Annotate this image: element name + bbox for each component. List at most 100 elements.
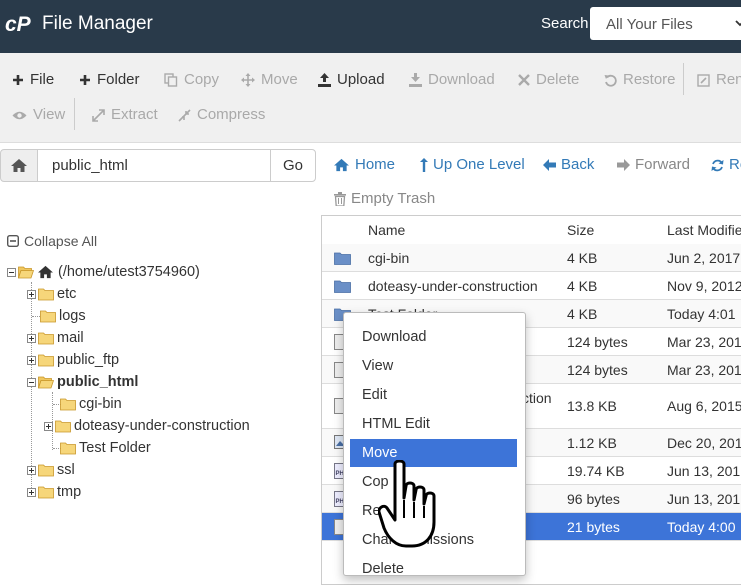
app-title: File Manager: [42, 13, 153, 34]
copy-button[interactable]: Copy: [164, 69, 219, 91]
expand-toggle[interactable]: [27, 487, 36, 497]
tree-item-test-folder[interactable]: Test Folder: [60, 438, 151, 458]
expand-toggle[interactable]: [27, 333, 36, 343]
expand-icon: [92, 108, 105, 122]
forward-label: Forward: [635, 156, 691, 173]
level-up-icon: [420, 158, 428, 172]
path-input[interactable]: [37, 149, 271, 182]
plus-icon: [13, 75, 23, 85]
move-icon: [241, 73, 255, 87]
context-menu-html-edit[interactable]: HTML Edit: [350, 410, 517, 438]
column-header-size[interactable]: Size: [567, 222, 594, 238]
tree-item-mail[interactable]: mail: [27, 328, 84, 348]
tree-item-ssl[interactable]: ssl: [27, 460, 75, 480]
home-link[interactable]: Home: [333, 155, 395, 175]
context-menu-edit[interactable]: Edit: [350, 381, 517, 409]
folder-icon: [38, 354, 54, 366]
folder-open-icon: [38, 376, 54, 388]
path-home-button[interactable]: [0, 149, 38, 182]
folder-icon: [38, 288, 54, 300]
tree-item-etc[interactable]: etc: [27, 284, 76, 304]
go-button[interactable]: Go: [270, 149, 316, 182]
eye-icon: [12, 111, 27, 119]
tree-item-label: tmp: [57, 484, 82, 500]
expand-toggle[interactable]: [27, 355, 36, 365]
tree-item-doteasy-under-construction[interactable]: doteasy-under-construction: [44, 416, 250, 436]
delete-button[interactable]: Delete: [518, 69, 579, 91]
search-scope-value: All Your Files: [606, 16, 693, 33]
restore-button[interactable]: Restore: [604, 69, 676, 91]
file-size: 21 bytes: [567, 519, 620, 535]
expand-toggle[interactable]: [44, 421, 53, 431]
cpanel-logo-icon[interactable]: cP: [5, 12, 39, 36]
empty-trash-link[interactable]: Empty Trash: [334, 189, 435, 209]
tree-item-tmp[interactable]: tmp: [27, 482, 81, 502]
hand-pointer-cursor-icon: [378, 460, 438, 550]
arrow-right-icon: [617, 159, 630, 171]
folder-icon: [38, 486, 54, 498]
context-menu-view[interactable]: View: [350, 352, 517, 380]
tree-root[interactable]: (/home/utest3754960): [7, 262, 200, 282]
context-menu-download[interactable]: Download: [350, 323, 517, 351]
forward-link[interactable]: Forward: [617, 155, 690, 175]
home-icon: [11, 159, 27, 172]
extract-button[interactable]: Extract: [92, 104, 158, 126]
table-row[interactable]: doteasy-under-construction 4 KB Nov 9, 2…: [322, 272, 741, 300]
tree-item-public-ftp[interactable]: public_ftp: [27, 350, 119, 370]
reload-label: Re: [729, 156, 741, 173]
download-button[interactable]: Download: [409, 69, 495, 91]
download-icon: [409, 73, 422, 87]
tree-item-label: mail: [57, 330, 84, 346]
file-modified: Today 4:00: [667, 519, 736, 535]
back-link[interactable]: Back: [543, 155, 594, 175]
folder-icon: [40, 310, 56, 322]
compress-label: Compress: [197, 106, 266, 123]
reload-link[interactable]: Re: [711, 155, 741, 175]
folder-open-icon: [18, 266, 34, 278]
download-label: Download: [428, 71, 495, 88]
file-size: 4 KB: [567, 306, 598, 322]
upload-button[interactable]: Upload: [318, 69, 385, 91]
context-menu-delete[interactable]: Delete: [350, 555, 517, 575]
folder-icon: [60, 398, 76, 410]
toolbar-divider: [74, 98, 75, 130]
new-folder-button[interactable]: Folder: [79, 69, 140, 91]
tree-item-cgi-bin[interactable]: cgi-bin: [60, 394, 122, 414]
compress-button[interactable]: Compress: [178, 104, 265, 126]
rename-button[interactable]: Ren: [697, 69, 741, 91]
move-button[interactable]: Move: [241, 69, 298, 91]
restore-icon: [604, 74, 617, 87]
column-header-modified[interactable]: Last Modifie: [667, 222, 741, 238]
collapse-toggle[interactable]: [27, 377, 36, 387]
extract-label: Extract: [111, 106, 158, 123]
file-modified: Mar 23, 201: [667, 334, 741, 350]
tree-item-label: public_ftp: [57, 352, 120, 368]
empty-trash-label: Empty Trash: [351, 190, 436, 207]
trash-icon: [334, 192, 346, 206]
expand-toggle[interactable]: [27, 289, 36, 299]
tree-guide: [32, 316, 40, 317]
table-row[interactable]: cgi-bin 4 KB Jun 2, 2017: [322, 244, 741, 272]
tree-item-label: public_html: [57, 374, 139, 390]
file-size: 124 bytes: [567, 334, 628, 350]
search-scope-select[interactable]: All Your Files: [590, 7, 741, 40]
column-header-name[interactable]: Name: [368, 222, 405, 238]
restore-label: Restore: [623, 71, 676, 88]
new-file-label: File: [30, 71, 55, 88]
file-modified: Today 4:01: [667, 306, 736, 322]
file-modified: Jun 13, 201: [667, 491, 741, 507]
expand-toggle[interactable]: [27, 465, 36, 475]
file-size: 96 bytes: [567, 491, 620, 507]
view-label: View: [33, 106, 66, 123]
up-one-level-link[interactable]: Up One Level: [420, 155, 525, 175]
collapse-toggle[interactable]: [7, 267, 16, 277]
view-button[interactable]: View: [12, 104, 65, 126]
file-name: ction: [522, 390, 552, 406]
tree-item-public-html[interactable]: public_html: [27, 372, 138, 392]
collapse-all-link[interactable]: Collapse All: [7, 233, 97, 249]
file-modified: Mar 23, 201: [667, 362, 741, 378]
new-file-button[interactable]: File: [12, 69, 54, 91]
tree-item-logs[interactable]: logs: [40, 306, 86, 326]
upload-icon: [318, 73, 331, 87]
tree-item-label: Test Folder: [79, 440, 151, 456]
